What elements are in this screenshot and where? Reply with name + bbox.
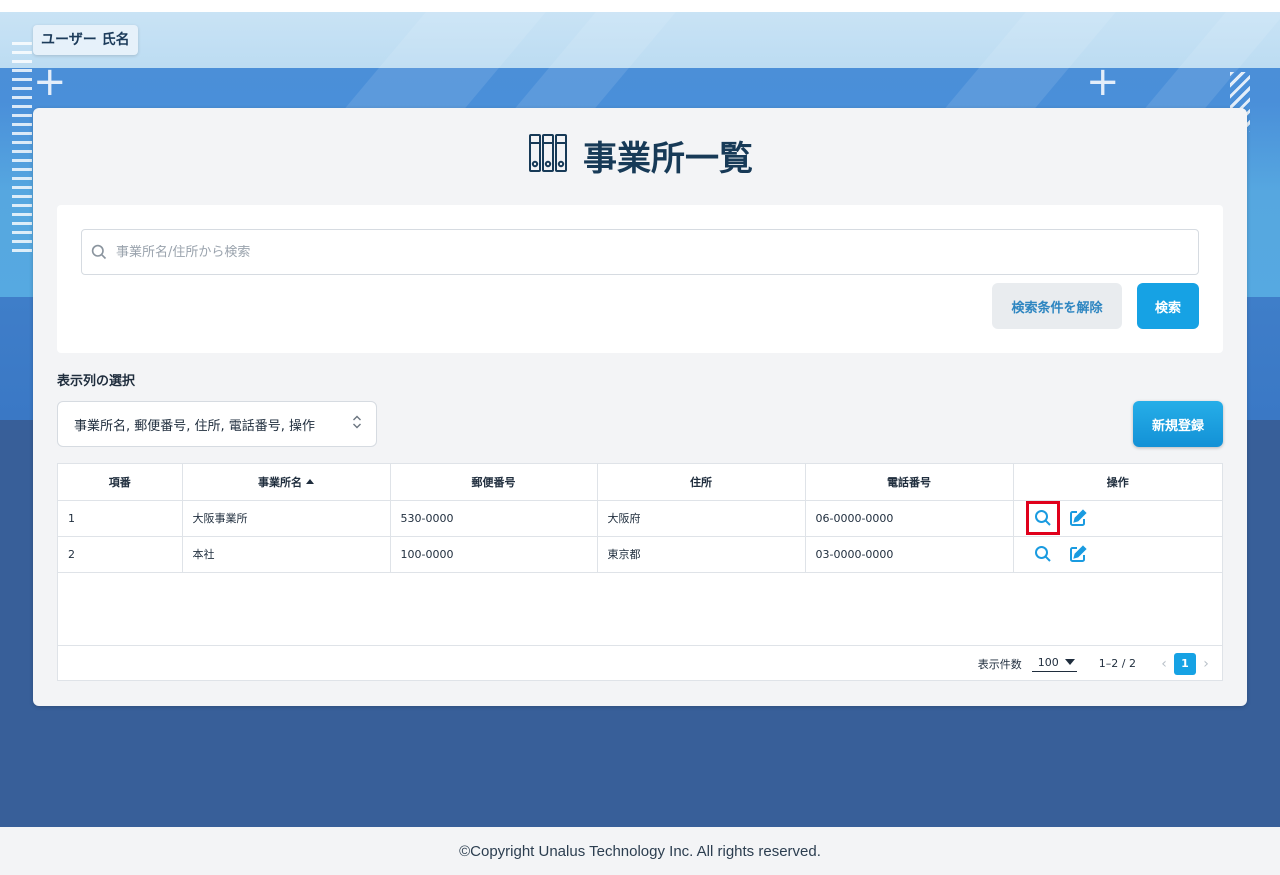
select-arrows-icon: [352, 414, 362, 434]
rows-per-page-value: 100: [1037, 655, 1059, 669]
table-row: 2 本社 100-0000 東京都 03-0000-0000: [58, 536, 1222, 573]
rows-per-page-label: 表示件数: [977, 657, 1022, 671]
cell-actions: [1013, 536, 1222, 573]
cell-name: 大阪事業所: [182, 500, 391, 537]
cell-name: 本社: [182, 536, 391, 573]
offices-table: 項番 事業所名 郵便番号 住所 電話番号 操作 1 大阪事業所 530-0000…: [57, 463, 1223, 681]
cell-no: 1: [58, 500, 183, 537]
table-header-row: 項番 事業所名 郵便番号 住所 電話番号 操作: [58, 464, 1222, 501]
column-header-address[interactable]: 住所: [597, 464, 806, 501]
pagination-bar: 表示件数 100 1–2 / 2 ‹ 1 ›: [58, 645, 1222, 681]
clear-search-button[interactable]: 検索条件を解除: [992, 283, 1122, 329]
column-header-phone[interactable]: 電話番号: [805, 464, 1014, 501]
sort-ascending-icon: [306, 478, 314, 484]
rows-per-page-select[interactable]: 100: [1031, 655, 1077, 672]
column-header-postal[interactable]: 郵便番号: [390, 464, 598, 501]
view-icon[interactable]: [1025, 501, 1060, 535]
column-header-no[interactable]: 項番: [58, 464, 183, 501]
cell-address: 東京都: [597, 536, 806, 573]
cell-address: 大阪府: [597, 500, 806, 537]
column-select-value: 事業所名, 郵便番号, 住所, 電話番号, 操作: [74, 418, 316, 434]
table-row: 1 大阪事業所 530-0000 大阪府 06-0000-0000: [58, 500, 1222, 537]
pagination-range: 1–2 / 2: [1098, 657, 1136, 670]
column-header-actions: 操作: [1013, 464, 1222, 501]
user-name-chip[interactable]: ユーザー 氏名: [33, 25, 138, 55]
main-card: 事業所一覧 検索条件を解除 検索 表示列の選択 事業所名, 郵便番号, 住所, …: [33, 108, 1247, 706]
next-page-icon[interactable]: ›: [1200, 656, 1212, 672]
prev-page-icon[interactable]: ‹: [1158, 656, 1170, 672]
banner-cross-decoration: +: [1086, 59, 1120, 105]
left-bars-decoration: [12, 42, 32, 258]
search-icon: [82, 244, 116, 260]
search-panel: 検索条件を解除 検索: [57, 205, 1223, 353]
search-field[interactable]: [81, 229, 1199, 275]
top-strip: [0, 0, 1280, 12]
page-title-row: 事業所一覧: [33, 130, 1247, 180]
cell-actions: [1013, 500, 1222, 537]
page-button-current[interactable]: 1: [1174, 652, 1196, 675]
column-select[interactable]: 事業所名, 郵便番号, 住所, 電話番号, 操作: [57, 401, 377, 447]
cell-postal: 100-0000: [390, 536, 598, 573]
footer-copyright: ©Copyright Unalus Technology Inc. All ri…: [0, 827, 1280, 875]
binders-icon: [527, 132, 569, 178]
cell-postal: 530-0000: [390, 500, 598, 537]
caret-down-icon: [1064, 659, 1075, 665]
new-registration-button[interactable]: 新規登録: [1133, 401, 1223, 447]
cell-phone: 03-0000-0000: [805, 536, 1014, 573]
cell-phone: 06-0000-0000: [805, 500, 1014, 537]
cell-no: 2: [58, 536, 183, 573]
search-button[interactable]: 検索: [1137, 283, 1199, 329]
edit-icon[interactable]: [1066, 542, 1090, 566]
edit-icon[interactable]: [1066, 506, 1090, 530]
column-header-name[interactable]: 事業所名: [182, 464, 391, 501]
search-input[interactable]: [116, 244, 1186, 260]
page-title: 事業所一覧: [583, 138, 753, 179]
column-select-label: 表示列の選択: [57, 374, 136, 389]
view-icon[interactable]: [1026, 542, 1060, 566]
banner-cross-decoration: +: [33, 59, 67, 105]
